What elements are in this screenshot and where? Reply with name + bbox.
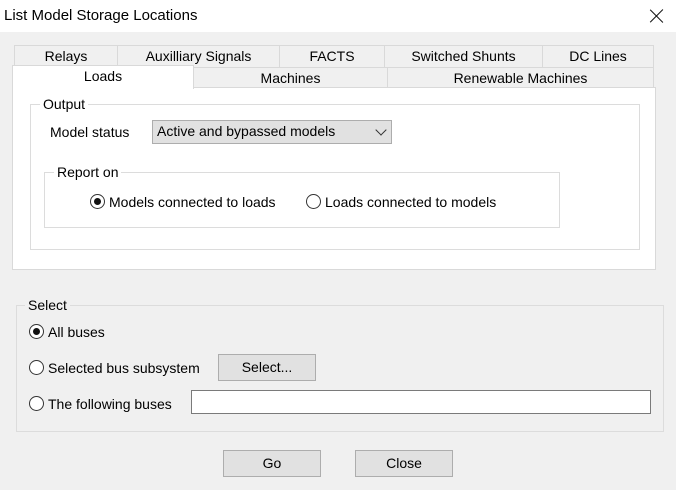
following-buses-input[interactable] (191, 390, 651, 414)
loads-connected-to-models-label[interactable]: Loads connected to models (325, 194, 496, 210)
loads-connected-to-models-radio[interactable] (306, 194, 321, 209)
following-buses-radio[interactable] (29, 396, 44, 411)
selected-bus-subsystem-radio[interactable] (29, 360, 44, 375)
following-buses-label[interactable]: The following buses (48, 396, 172, 412)
report-on-group: Report on Models connected to loads Load… (44, 164, 560, 228)
output-group: Output Model status Active and bypassed … (30, 96, 640, 250)
go-button[interactable]: Go (223, 450, 321, 477)
output-group-label: Output (40, 96, 89, 112)
all-buses-radio[interactable] (29, 324, 44, 339)
tab-auxilliary-signals[interactable]: Auxilliary Signals (117, 45, 280, 67)
model-status-label: Model status (50, 124, 130, 140)
tab-facts[interactable]: FACTS (279, 45, 385, 67)
models-connected-to-loads-radio[interactable] (90, 194, 105, 209)
tab-machines[interactable]: Machines (193, 67, 388, 88)
close-button[interactable]: Close (355, 450, 453, 477)
select-group-label: Select (25, 297, 70, 313)
tab-relays[interactable]: Relays (14, 45, 118, 67)
model-status-value: Active and bypassed models (157, 123, 336, 139)
tab-panel-loads: Output Model status Active and bypassed … (12, 87, 656, 270)
models-connected-to-loads-label[interactable]: Models connected to loads (109, 194, 276, 210)
tab-dc-lines[interactable]: DC Lines (542, 45, 654, 67)
all-buses-label[interactable]: All buses (48, 324, 105, 340)
chevron-down-icon (375, 124, 387, 136)
select-group: Select All buses Selected bus subsystem … (16, 297, 664, 432)
tab-renewable-machines[interactable]: Renewable Machines (387, 67, 654, 88)
select-subsystem-button[interactable]: Select... (218, 354, 316, 381)
close-icon[interactable] (645, 4, 669, 28)
tab-loads[interactable]: Loads (12, 65, 194, 89)
model-status-dropdown[interactable]: Active and bypassed models (152, 120, 392, 144)
tab-switched-shunts[interactable]: Switched Shunts (384, 45, 543, 67)
selected-bus-subsystem-label[interactable]: Selected bus subsystem (48, 360, 200, 376)
window-title: List Model Storage Locations (4, 7, 198, 24)
report-on-label: Report on (54, 164, 122, 180)
